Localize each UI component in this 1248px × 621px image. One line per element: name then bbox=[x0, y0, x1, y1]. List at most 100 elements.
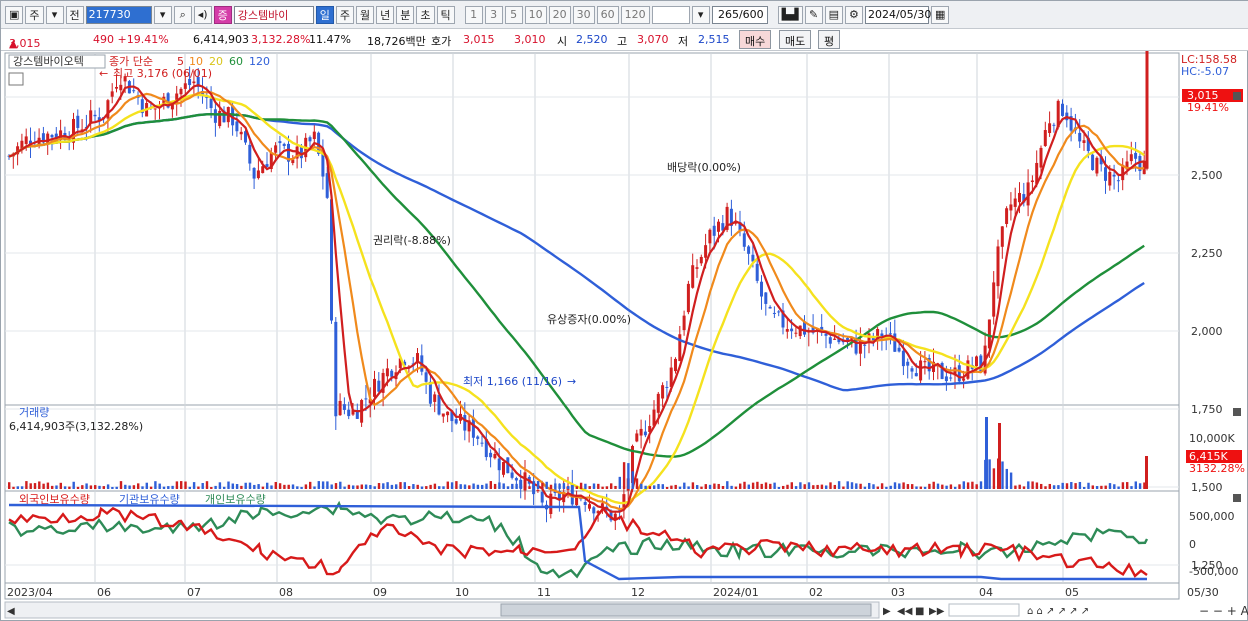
tab-minute[interactable]: 분 bbox=[396, 5, 415, 24]
holdings-panel-close-icon[interactable] bbox=[1233, 494, 1241, 502]
scroll-right-icon[interactable]: ▶ bbox=[883, 606, 891, 617]
gear-icon[interactable]: ⚙ bbox=[844, 5, 863, 24]
minute-tab-120[interactable]: 120 bbox=[620, 5, 650, 24]
drawing-tools-icon[interactable]: ⌂ ⌂ ↗ ↗ ↗ ↗ bbox=[1027, 606, 1089, 617]
volume-bar bbox=[481, 484, 484, 489]
candle-body bbox=[239, 131, 243, 135]
volume-bar bbox=[210, 486, 213, 489]
price-y-tick: 1,500 bbox=[1191, 481, 1223, 494]
period-dropdown-icon[interactable]: ▾ bbox=[45, 5, 64, 24]
code-dropdown-icon[interactable]: ▾ bbox=[153, 5, 172, 24]
tab-year[interactable]: 년 bbox=[376, 5, 395, 24]
minute-tab-60[interactable]: 60 bbox=[596, 5, 619, 24]
eval-button[interactable]: 평 bbox=[818, 30, 841, 49]
chart-area[interactable]: 강스템바이오텍 종가 단순 5 10 20 60 120 ← 최고 3,176 … bbox=[1, 0, 1248, 621]
minute-tab-30[interactable]: 30 bbox=[572, 5, 595, 24]
calendar-icon[interactable]: ▦ bbox=[930, 5, 950, 24]
volume-bar bbox=[248, 482, 252, 489]
tab-week[interactable]: 주 bbox=[335, 5, 355, 24]
candle-body bbox=[923, 361, 927, 363]
prev-button[interactable]: 전 bbox=[65, 5, 84, 24]
volume-bar bbox=[76, 486, 80, 489]
volume-bar bbox=[51, 485, 54, 489]
save-icon[interactable]: ▤ bbox=[824, 5, 843, 24]
grid-toggle-icon[interactable] bbox=[8, 72, 24, 86]
volume-bar bbox=[971, 481, 974, 489]
search-icon[interactable]: ⌕ bbox=[173, 5, 192, 24]
volume-panel-close-icon[interactable] bbox=[1233, 408, 1241, 416]
holdings-legend-individual: 개인보유수량 bbox=[205, 493, 266, 506]
volume-bar bbox=[661, 484, 664, 489]
x-axis-label: 08 bbox=[279, 586, 293, 599]
minute-tab-5[interactable]: 5 bbox=[504, 5, 523, 24]
volume-bar bbox=[665, 486, 669, 489]
candle-body bbox=[944, 376, 948, 382]
volume-bar bbox=[730, 485, 733, 489]
candle-body bbox=[678, 334, 682, 362]
tab-tick[interactable]: 틱 bbox=[436, 5, 455, 24]
price-panel-close-icon[interactable] bbox=[1233, 92, 1241, 100]
scroll-first-icon[interactable]: ◀◀ bbox=[897, 606, 913, 617]
date-field[interactable]: 2024/05/30 bbox=[864, 5, 931, 24]
minute-tab-3[interactable]: 3 bbox=[484, 5, 503, 24]
volume-bar bbox=[158, 483, 161, 489]
volume-bar bbox=[20, 486, 24, 489]
sell-button[interactable]: 매도 bbox=[779, 30, 812, 49]
volume-bar bbox=[588, 486, 591, 489]
scroll-stop-icon[interactable]: ■ bbox=[915, 606, 924, 617]
volume-bar bbox=[1052, 485, 1056, 489]
period-button[interactable]: 주 bbox=[25, 5, 44, 24]
volume-bar bbox=[966, 482, 970, 489]
chart-svg[interactable]: 강스템바이오텍 종가 단순 5 10 20 60 120 ← 최고 3,176 … bbox=[1, 0, 1248, 621]
volume-bar bbox=[81, 485, 84, 489]
volume-bar bbox=[998, 423, 1001, 489]
speaker-icon[interactable]: ◂) bbox=[193, 5, 212, 24]
volume-bar bbox=[717, 483, 720, 489]
indicator-icon[interactable]: ▙▟ bbox=[777, 5, 803, 24]
scroll-left-icon[interactable]: ◀ bbox=[7, 606, 15, 617]
candle-body bbox=[377, 380, 381, 392]
minute-tab-1[interactable]: 1 bbox=[464, 5, 483, 24]
volume-bar bbox=[536, 481, 540, 489]
tab-day[interactable]: 일 bbox=[315, 5, 334, 24]
stock-name-field[interactable]: 강스템바이 bbox=[233, 5, 314, 24]
volume-bar bbox=[304, 484, 308, 489]
minute-tab-10[interactable]: 10 bbox=[524, 5, 547, 24]
interval-dropdown-icon[interactable]: ▾ bbox=[691, 5, 710, 24]
stock-code-input[interactable]: 217730 bbox=[85, 5, 152, 24]
volume-bar bbox=[648, 486, 652, 489]
volume-bar bbox=[618, 476, 621, 489]
buy-button[interactable]: 매수 bbox=[739, 30, 772, 49]
tab-month[interactable]: 월 bbox=[356, 5, 375, 24]
volume-bar bbox=[622, 462, 626, 489]
minute-tab-20[interactable]: 20 bbox=[548, 5, 571, 24]
volume-bar bbox=[687, 486, 690, 489]
zoom-controls-icon[interactable]: − − + A bbox=[1199, 604, 1248, 618]
volume-bar bbox=[885, 486, 888, 489]
candle-body bbox=[686, 283, 690, 313]
volume-bar bbox=[726, 481, 729, 489]
candle-body bbox=[209, 98, 213, 109]
volume-bar bbox=[1065, 483, 1069, 489]
tools-icon[interactable]: ✎ bbox=[804, 5, 823, 24]
volume-bar bbox=[450, 482, 454, 489]
candle-body bbox=[889, 333, 892, 335]
volume-bar bbox=[395, 484, 398, 489]
scroll-last-icon[interactable]: ▶▶ bbox=[929, 606, 945, 617]
volume-bar bbox=[743, 481, 746, 489]
bar-count-field[interactable]: 265/600 bbox=[711, 5, 768, 24]
candle-body bbox=[588, 504, 591, 509]
window-menu-icon[interactable]: ▣ bbox=[5, 5, 24, 24]
custom-interval-input[interactable] bbox=[651, 5, 690, 24]
volume-bar bbox=[657, 483, 660, 489]
volume-bar bbox=[751, 482, 755, 489]
zoom-slider[interactable] bbox=[948, 603, 1020, 617]
volume-bar bbox=[472, 483, 475, 489]
tab-second[interactable]: 초 bbox=[416, 5, 435, 24]
volume-bar bbox=[141, 486, 144, 489]
candle-body bbox=[704, 245, 708, 258]
candle-body bbox=[261, 166, 265, 174]
volume-bar bbox=[38, 481, 41, 489]
volume-bar bbox=[407, 486, 411, 489]
scrollbar-thumb[interactable] bbox=[500, 603, 872, 617]
